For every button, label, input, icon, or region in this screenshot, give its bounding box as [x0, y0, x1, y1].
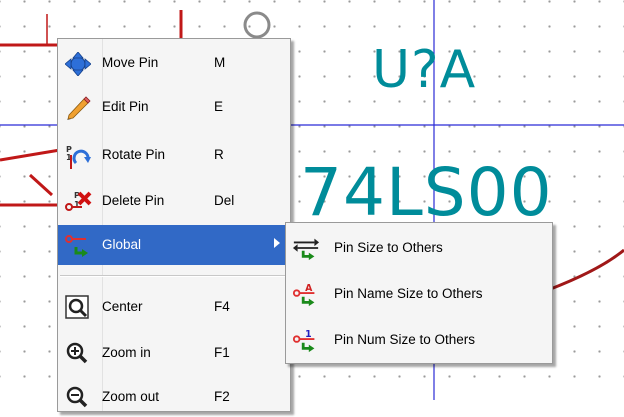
- global-submenu: Pin Size to Others A Pin Name Size to Ot…: [285, 222, 553, 364]
- pencil-icon: [64, 95, 92, 121]
- menu-item-rotate-pin[interactable]: P 1 Rotate Pin R: [58, 135, 290, 175]
- pin-line[interactable]: [0, 148, 61, 162]
- menu-item-zoom-out[interactable]: Zoom out F2: [58, 377, 290, 417]
- gate-body-arc[interactable]: [547, 248, 624, 292]
- delete-pin-icon: P 1: [64, 189, 92, 215]
- menu-item-shortcut: Del: [214, 193, 235, 208]
- menu-item-label: Delete Pin: [102, 193, 165, 208]
- menu-item-label: Zoom out: [102, 389, 160, 404]
- menu-item-center[interactable]: Center F4: [58, 287, 290, 327]
- component-reference-label[interactable]: U?A: [372, 44, 476, 96]
- submenu-item-pin-size[interactable]: Pin Size to Others: [286, 225, 552, 271]
- menu-item-shortcut: E: [214, 99, 224, 114]
- menu-item-edit-pin[interactable]: Edit Pin E: [58, 87, 290, 127]
- pin-num-size-icon: 1: [292, 327, 320, 353]
- zoom-in-icon: [64, 341, 92, 367]
- global-pin-icon: [64, 233, 92, 259]
- center-view-icon: [64, 295, 92, 321]
- menu-item-global[interactable]: Global: [58, 225, 290, 265]
- context-menu: Move Pin M Edit Pin E P 1 Rotate Pin R P…: [57, 38, 291, 412]
- submenu-item-pin-num-size[interactable]: 1 Pin Num Size to Others: [286, 317, 552, 363]
- move-arrows-icon: [64, 51, 92, 77]
- submenu-item-label: Pin Num Size to Others: [334, 332, 476, 347]
- pin-line[interactable]: [28, 173, 54, 197]
- pin-circle: [243, 11, 271, 39]
- submenu-item-label: Pin Size to Others: [334, 240, 443, 255]
- submenu-arrow-icon: [274, 238, 280, 248]
- rotate-pin-icon: P 1: [64, 143, 92, 169]
- menu-item-shortcut: R: [214, 147, 224, 162]
- submenu-item-pin-name-size[interactable]: A Pin Name Size to Others: [286, 271, 552, 317]
- menu-item-label: Center: [102, 299, 143, 314]
- menu-item-move-pin[interactable]: Move Pin M: [58, 43, 290, 83]
- menu-separator: [60, 275, 288, 277]
- menu-item-shortcut: F1: [214, 345, 230, 360]
- menu-item-label: Zoom in: [102, 345, 151, 360]
- menu-item-shortcut: F2: [214, 389, 230, 404]
- component-value-label[interactable]: 74LS00: [300, 160, 553, 226]
- menu-item-zoom-in[interactable]: Zoom in F1: [58, 333, 290, 373]
- submenu-item-label: Pin Name Size to Others: [334, 286, 483, 301]
- menu-item-label: Rotate Pin: [102, 147, 166, 162]
- menu-item-label: Edit Pin: [102, 99, 149, 114]
- pin-name-size-icon: A: [292, 281, 320, 307]
- pin-size-icon: [292, 235, 320, 261]
- menu-item-delete-pin[interactable]: P 1 Delete Pin Del: [58, 181, 290, 221]
- menu-item-label: Global: [102, 237, 142, 252]
- menu-item-label: Move Pin: [102, 55, 159, 70]
- zoom-out-icon: [64, 385, 92, 411]
- menu-item-shortcut: F4: [214, 299, 230, 314]
- menu-item-shortcut: M: [214, 55, 226, 70]
